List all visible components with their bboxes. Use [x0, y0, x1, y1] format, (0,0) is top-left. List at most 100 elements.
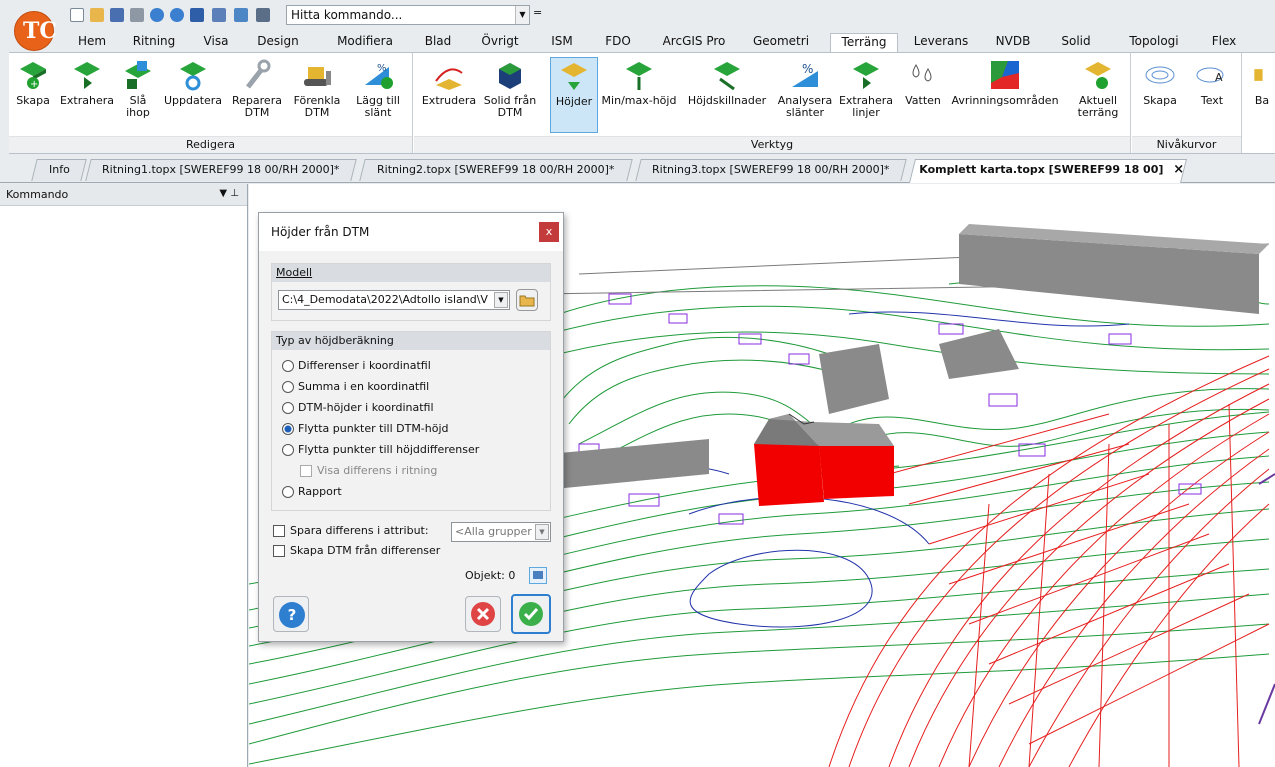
- grid-icon[interactable]: [256, 8, 270, 22]
- open-folder-icon[interactable]: [90, 8, 104, 22]
- ribbon-group-verktyg: Extrudera Solid från DTM Höjder Min/max-…: [414, 53, 1131, 153]
- print-icon[interactable]: [130, 8, 144, 22]
- tab-design[interactable]: Design: [252, 33, 304, 52]
- new-file-icon[interactable]: [70, 8, 84, 22]
- extrahera-dtm-button[interactable]: Extrahera: [59, 57, 115, 133]
- undo-icon[interactable]: [150, 8, 164, 22]
- radio-summa[interactable]: Summa i en koordinatfil: [282, 380, 429, 396]
- tab-modifiera[interactable]: Modifiera: [330, 33, 400, 52]
- ok-button[interactable]: [511, 594, 551, 634]
- vatten-button[interactable]: Vatten: [898, 57, 948, 133]
- tab-hem[interactable]: Hem: [72, 33, 112, 52]
- modell-label: Modell: [272, 264, 550, 282]
- lagg-till-label: Lägg till slänt: [356, 94, 400, 119]
- avrinningsomraden-button[interactable]: Avrinningsområden: [950, 57, 1060, 133]
- svg-text:+: +: [30, 79, 38, 90]
- hojdskillnader-button[interactable]: Höjdskillnader: [680, 57, 774, 133]
- dtm-refresh-icon: [180, 62, 206, 91]
- pin-icon[interactable]: ▼ ⊥: [219, 188, 239, 199]
- save-icon[interactable]: [110, 8, 124, 22]
- visa-differens-checkbox[interactable]: Visa differens i ritning: [300, 464, 437, 480]
- radio-rapport[interactable]: Rapport: [282, 485, 342, 501]
- uppdatera-button[interactable]: Uppdatera: [161, 57, 225, 133]
- nivakurvor-skapa-button[interactable]: Skapa: [1136, 57, 1184, 133]
- radio-flytta-dtm-indicator[interactable]: [282, 423, 294, 435]
- doc-tab-ritning1[interactable]: Ritning1.topx [SWEREF99 18 00/RH 2000]*: [85, 159, 357, 181]
- lagg-till-slant-button[interactable]: % Lägg till slänt: [349, 57, 407, 133]
- select-objects-button[interactable]: [529, 567, 547, 584]
- qat-customize-button[interactable]: =: [533, 6, 542, 19]
- cancel-button[interactable]: [465, 596, 501, 632]
- window-icon[interactable]: [234, 8, 248, 22]
- tab-visa[interactable]: Visa: [198, 33, 234, 52]
- tab-topologi[interactable]: Topologi: [1124, 33, 1184, 52]
- radio-flytta-diff-indicator[interactable]: [282, 444, 294, 456]
- app-logo[interactable]: TC: [14, 11, 57, 51]
- min-max-hojd-button[interactable]: Min/max-höjd: [600, 57, 678, 133]
- model-combobox[interactable]: C:\4_Demodata\2022\Adtollo island\V ▼: [278, 290, 510, 310]
- doc-tab-info[interactable]: Info: [31, 159, 87, 181]
- spara-differens-checkbox[interactable]: Spara differens i attribut:: [273, 524, 429, 540]
- spara-differens-box[interactable]: [273, 525, 285, 537]
- solid-fran-dtm-button[interactable]: Solid från DTM: [482, 57, 538, 133]
- extrahera-linjer-button[interactable]: Extrahera linjer: [836, 57, 896, 133]
- nivakurvor-text-button[interactable]: A Text: [1188, 57, 1236, 133]
- analysera-slanter-button[interactable]: % Analysera slänter: [776, 57, 834, 133]
- sla-ihop-button[interactable]: Slå ihop: [119, 57, 157, 133]
- analysera-label: Analysera slänter: [777, 94, 833, 119]
- browse-folder-button[interactable]: [516, 289, 538, 311]
- tab-ovrigt[interactable]: Övrigt: [475, 33, 525, 52]
- uppdatera-label: Uppdatera: [163, 94, 223, 107]
- radio-rapport-indicator[interactable]: [282, 486, 294, 498]
- doc-tab-ritning2[interactable]: Ritning2.topx [SWEREF99 18 00/RH 2000]*: [359, 159, 633, 181]
- tab-geometri[interactable]: Geometri: [748, 33, 814, 52]
- command-search-input[interactable]: Hitta kommando... ▼: [286, 5, 530, 25]
- chevron-down-icon[interactable]: ▼: [494, 292, 508, 308]
- help-icon: ?: [279, 602, 305, 628]
- tab-flex[interactable]: Flex: [1206, 33, 1242, 52]
- doc-tab-ritning2-label: Ritning2.topx [SWEREF99 18 00/RH 2000]*: [377, 163, 615, 176]
- tab-terrang[interactable]: Terräng: [830, 33, 898, 52]
- tab-ritning[interactable]: Ritning: [127, 33, 181, 52]
- skapa-label: Skapa: [16, 94, 50, 107]
- radio-differenser-indicator[interactable]: [282, 360, 294, 372]
- radio-dtm-hojder[interactable]: DTM-höjder i koordinatfil: [282, 401, 434, 417]
- layout-icon[interactable]: [212, 8, 226, 22]
- chevron-down-icon[interactable]: ▼: [515, 6, 529, 24]
- tab-arcgis-pro[interactable]: ArcGIS Pro: [656, 33, 732, 52]
- tab-ism[interactable]: ISM: [542, 33, 582, 52]
- aktuell-terrang-button[interactable]: Aktuell terräng: [1070, 57, 1126, 133]
- help-button[interactable]: ?: [273, 596, 309, 632]
- radio-flytta-dtm[interactable]: Flytta punkter till DTM-höjd: [282, 422, 449, 438]
- skapa-dtm-checkbox[interactable]: Skapa DTM från differenser: [273, 544, 440, 560]
- group-combobox[interactable]: <Alla grupper ▼: [451, 522, 551, 542]
- tab-nvdb[interactable]: NVDB: [990, 33, 1036, 52]
- catchment-icon: [991, 61, 1019, 89]
- dialog-close-button[interactable]: x: [539, 222, 559, 242]
- radio-differenser[interactable]: Differenser i koordinatfil: [282, 359, 431, 375]
- skapa-dtm-button[interactable]: + Skapa: [11, 57, 55, 133]
- doc-tab-ritning3[interactable]: Ritning3.topx [SWEREF99 18 00/RH 2000]*: [635, 159, 907, 181]
- extrudera-button[interactable]: Extrudera: [420, 57, 478, 133]
- dialog-title: Höjder från DTM: [271, 225, 370, 239]
- doc-tab-komplett-karta[interactable]: Komplett karta.topx [SWEREF99 18 00] ×: [909, 159, 1187, 183]
- redo-icon[interactable]: [170, 8, 184, 22]
- ba-button-cut[interactable]: Ba: [1249, 57, 1275, 133]
- export-icon[interactable]: [190, 8, 204, 22]
- minmax-label: Min/max-höjd: [601, 94, 677, 107]
- tab-blad[interactable]: Blad: [418, 33, 458, 52]
- visa-differens-box[interactable]: [300, 465, 312, 477]
- tab-solid[interactable]: Solid: [1056, 33, 1096, 52]
- radio-flytta-diff[interactable]: Flytta punkter till höjddifferenser: [282, 443, 479, 459]
- radio-summa-indicator[interactable]: [282, 381, 294, 393]
- radio-dtm-hojder-indicator[interactable]: [282, 402, 294, 414]
- chevron-down-icon[interactable]: ▼: [535, 524, 549, 540]
- skapa-dtm-box[interactable]: [273, 545, 285, 557]
- forenkla-dtm-button[interactable]: Förenkla DTM: [289, 57, 345, 133]
- tab-fdo[interactable]: FDO: [598, 33, 638, 52]
- close-icon[interactable]: ×: [1173, 160, 1184, 180]
- wrench-icon: [246, 59, 271, 89]
- reparera-dtm-button[interactable]: Reparera DTM: [229, 57, 285, 133]
- tab-leverans[interactable]: Leverans: [910, 33, 972, 52]
- hojder-button[interactable]: Höjder: [550, 57, 598, 133]
